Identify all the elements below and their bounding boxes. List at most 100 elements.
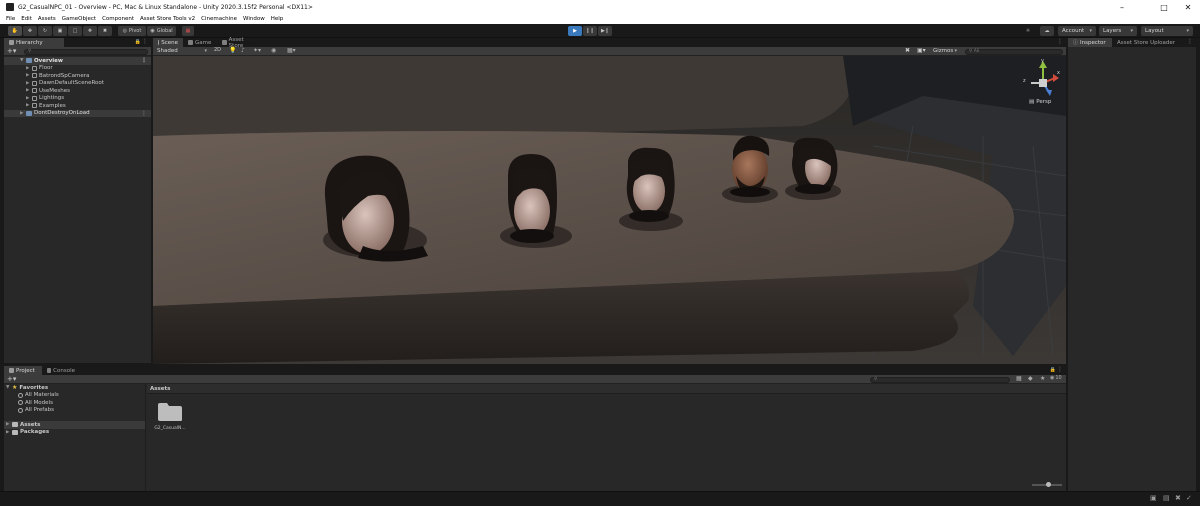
tab-console[interactable]: Console [42, 366, 80, 375]
filter-type-icon[interactable]: ▦ [1016, 375, 1022, 382]
folder-item[interactable]: G2_CasualN... [153, 402, 187, 431]
scene-search-input[interactable]: ⚲ All [965, 48, 1063, 55]
favorite-item[interactable]: All Prefabs [4, 407, 145, 415]
favorite-item[interactable]: All Models [4, 399, 145, 407]
hierarchy-item-usemeshes[interactable]: ▶ UseMeshes [4, 87, 151, 95]
menu-component[interactable]: Component [102, 16, 134, 22]
audio-toggle-icon[interactable]: ♪ [241, 47, 245, 54]
project-search-input[interactable]: ⚲ [870, 376, 1010, 383]
menu-help[interactable]: Help [271, 16, 284, 22]
create-add-button[interactable]: +▾ [7, 47, 16, 55]
tab-hierarchy[interactable]: Hierarchy [4, 38, 64, 47]
tab-inspector[interactable]: ⓘ Inspector [1068, 38, 1112, 47]
more-menu-icon[interactable]: ⋮ [142, 38, 148, 45]
scene-name: Overview [34, 57, 63, 64]
scene-menu-icon[interactable]: ⋮ [141, 110, 147, 117]
hierarchy-item-scene-root[interactable]: ▶ DawnDefaultSceneRoot [4, 80, 151, 88]
more-menu-icon[interactable]: ⋮ [1057, 38, 1063, 45]
layers-dropdown[interactable]: Layers ▾ [1099, 26, 1137, 36]
slider-handle[interactable] [1046, 482, 1051, 487]
snap-grid-button[interactable]: ▦ [182, 26, 194, 36]
tools-icon[interactable]: ✖ [905, 47, 910, 54]
menu-window[interactable]: Window [243, 16, 265, 22]
hidden-objects-icon[interactable]: ◉ [271, 47, 276, 54]
lock-icon[interactable]: 🔒 [1050, 367, 1056, 373]
effects-dropdown-icon[interactable]: ✦▾ [253, 47, 261, 54]
more-menu-icon[interactable]: ⋮ [1187, 38, 1193, 45]
status-bar: ▣ ▤ ✖ ✓ [0, 491, 1200, 506]
scale-tool-button[interactable]: ▣ [53, 26, 67, 36]
favorites-row[interactable]: ▼ ★ Favorites [4, 384, 145, 392]
menu-asset-store-tools[interactable]: Asset Store Tools v2 [140, 16, 195, 22]
tab-project[interactable]: Project [4, 366, 42, 375]
move-tool-button[interactable]: ✥ [23, 26, 37, 36]
auto-generate-lighting-icon[interactable]: ▣ [1150, 494, 1157, 502]
shading-mode-dropdown[interactable]: Shaded ▾ [153, 47, 211, 55]
close-icon[interactable]: ✕ [1174, 0, 1200, 14]
hierarchy-item-camera[interactable]: ▶ BatrondSpCamera [4, 72, 151, 80]
grid-dropdown-icon[interactable]: ▦▾ [287, 47, 296, 54]
hierarchy-item-lightings[interactable]: ▶ Lightings [4, 95, 151, 103]
assets-folder-row[interactable]: ▶ Assets [4, 421, 145, 429]
camera-dropdown-icon[interactable]: ▣▾ [917, 47, 926, 54]
filter-label-icon[interactable]: ◆ [1028, 375, 1033, 382]
menu-file[interactable]: File [6, 16, 15, 22]
play-button[interactable]: ▶ [568, 26, 582, 36]
breadcrumb-assets[interactable]: Assets [150, 386, 170, 392]
minimize-icon[interactable]: – [1108, 0, 1136, 14]
tab-asset-store-uploader[interactable]: Asset Store Uploader [1112, 38, 1184, 47]
hierarchy-item-examples[interactable]: ▶ Examples [4, 102, 151, 110]
menu-gameobject[interactable]: GameObject [62, 16, 96, 22]
shopping-bag-icon [222, 40, 227, 45]
scene-row-overview[interactable]: ▼ Overview ⋮ [4, 57, 151, 65]
custom-tool-button[interactable]: ✖ [98, 26, 112, 36]
tab-scene[interactable]: Scene [153, 38, 183, 47]
cache-server-icon[interactable]: ▤ [1163, 494, 1170, 502]
gizmos-dropdown[interactable]: Gizmos ▾ [929, 47, 961, 55]
more-menu-icon[interactable]: ⋮ [1057, 366, 1063, 373]
gameobject-icon [32, 73, 37, 79]
tab-game[interactable]: Game [183, 38, 217, 47]
menu-edit[interactable]: Edit [21, 16, 32, 22]
rotate-tool-button[interactable]: ↻ [38, 26, 52, 36]
pause-button[interactable]: ❙❙ [583, 26, 597, 36]
cloud-icon[interactable]: ☁ [1040, 26, 1054, 36]
progress-check-icon[interactable]: ✓ [1186, 494, 1192, 502]
gameobject-icon [32, 65, 37, 71]
info-icon: ⓘ [1073, 40, 1079, 46]
favorite-item[interactable]: All Materials [4, 392, 145, 400]
step-button[interactable]: ▶❙ [598, 26, 612, 36]
favorite-star-icon[interactable]: ★ [1040, 375, 1045, 382]
services-icon[interactable]: ☼ [1022, 26, 1034, 36]
transform-tool-button[interactable]: ❖ [83, 26, 97, 36]
gizmos-label: Gizmos [933, 48, 954, 54]
hand-tool-button[interactable]: ✋ [8, 26, 22, 36]
lock-icon[interactable]: 🔒 [135, 39, 141, 45]
account-dropdown[interactable]: Account ▾ [1058, 26, 1096, 36]
menu-assets[interactable]: Assets [38, 16, 56, 22]
scene-menu-icon[interactable]: ⋮ [141, 57, 147, 64]
menu-cinemachine[interactable]: Cinemachine [201, 16, 237, 22]
search-placeholder: All [973, 49, 980, 54]
create-add-button[interactable]: +▾ [7, 375, 16, 383]
hierarchy-item-floor[interactable]: ▶ Floor [4, 65, 151, 73]
packages-folder-row[interactable]: ▶ Packages [4, 429, 145, 437]
scene-row-dontdestroyonload[interactable]: ▶ DontDestroyOnLoad ⋮ [4, 109, 151, 117]
2d-toggle[interactable]: 2D [214, 47, 221, 53]
globe-icon: ◉ [150, 28, 155, 34]
debug-mode-icon[interactable]: ✖ [1175, 494, 1181, 502]
global-toggle[interactable]: ◉ Global [147, 26, 176, 36]
hierarchy-item-label: DawnDefaultSceneRoot [39, 80, 104, 87]
icon-size-slider[interactable] [1032, 482, 1062, 487]
hierarchy-search-input[interactable]: ⚲ [24, 48, 148, 55]
hierarchy-item-label: Examples [39, 102, 66, 109]
layout-dropdown[interactable]: Layout ▾ [1141, 26, 1193, 36]
hidden-packages-toggle[interactable]: ◉ 10 [1050, 375, 1062, 381]
rect-tool-button[interactable]: □ [68, 26, 82, 36]
scene-viewport[interactable]: y x z ▤ Persp [153, 56, 1066, 364]
lighting-toggle-icon[interactable]: 💡 [229, 47, 236, 54]
perspective-toggle[interactable]: ▤ Persp [1029, 99, 1051, 105]
shading-mode-label: Shaded [157, 48, 178, 54]
tab-asset-store[interactable]: Asset Store [217, 37, 263, 49]
pivot-toggle[interactable]: ◎ Pivot [118, 26, 146, 36]
